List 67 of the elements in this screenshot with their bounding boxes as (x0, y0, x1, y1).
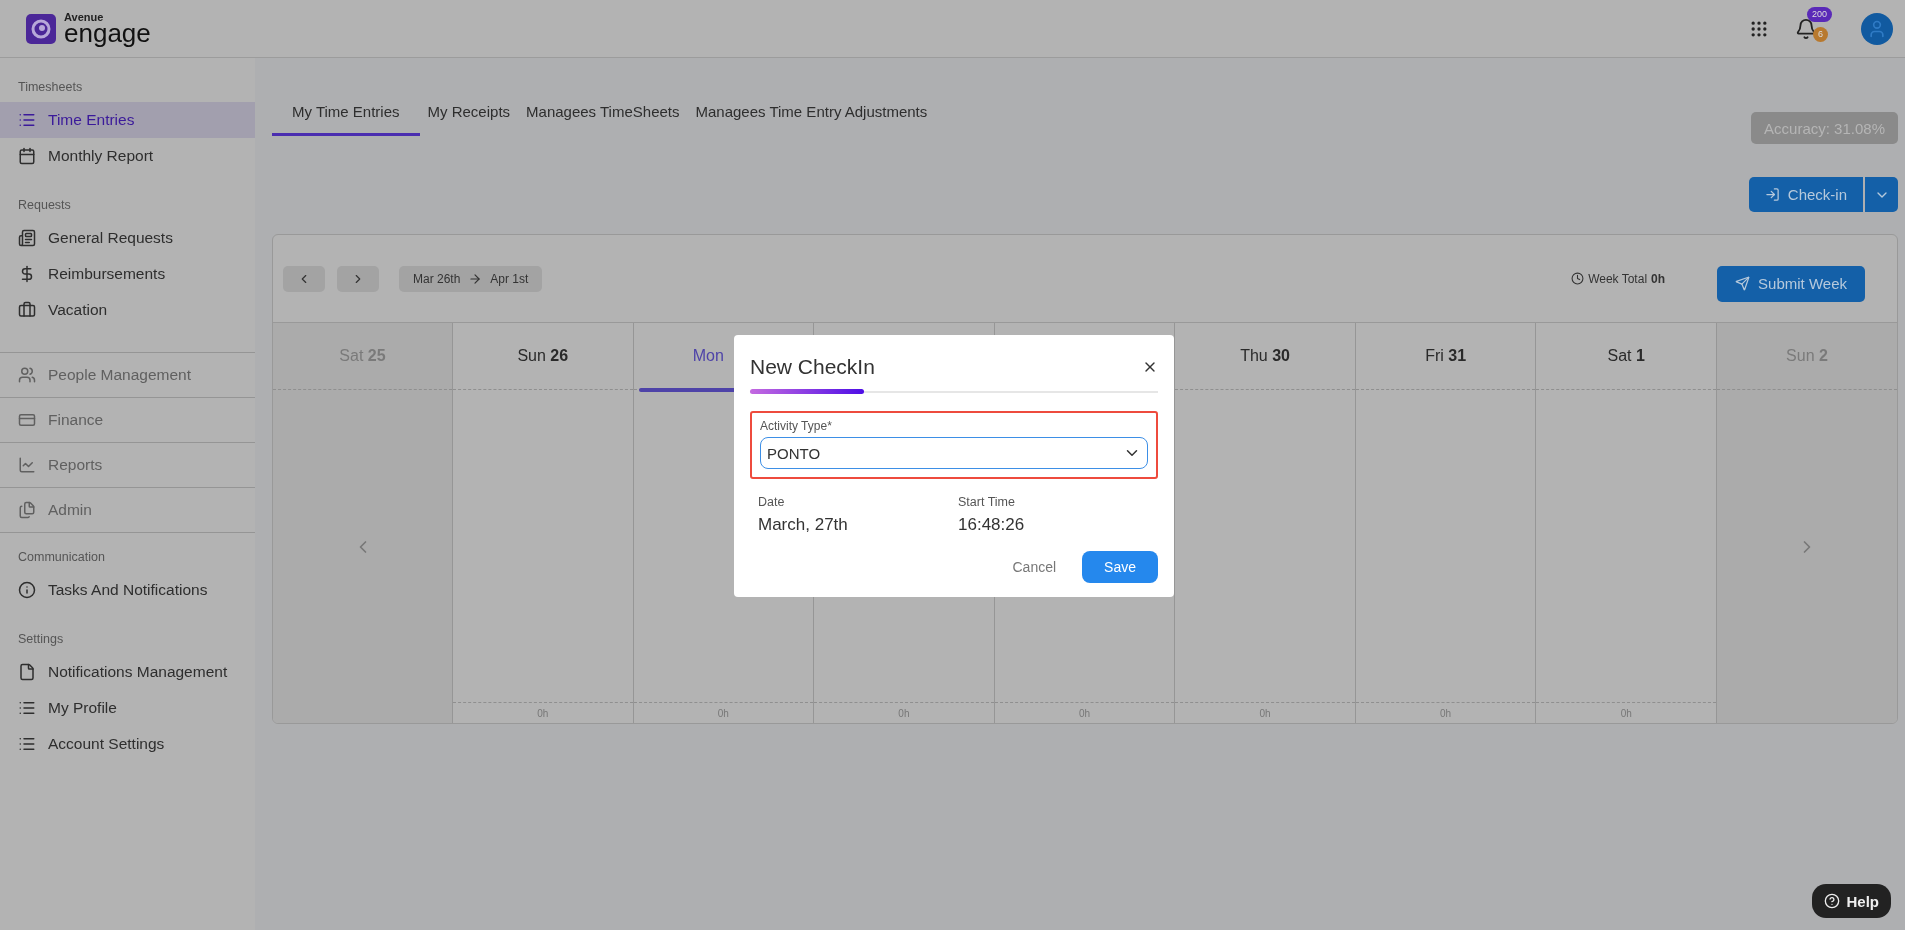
day-total: 0h (716, 706, 730, 721)
logo-icon (26, 13, 56, 44)
day-total: 0h (1619, 706, 1633, 721)
user-avatar[interactable] (1861, 12, 1893, 45)
day-header: Fri 31 (1425, 347, 1467, 365)
sidebar-item-icon (18, 699, 36, 717)
sidebar-section-title: Timesheets (17, 80, 84, 94)
sidebar-item[interactable]: Notifications Management (0, 654, 255, 690)
sidebar-item[interactable]: Account Settings (0, 726, 255, 762)
week-total-value: 0h (1651, 271, 1666, 286)
arrow-right-icon (468, 271, 483, 286)
tab[interactable]: My Time Entries (272, 90, 420, 136)
sidebar-item-icon (18, 663, 36, 681)
sidebar-item[interactable]: Vacation (0, 292, 255, 328)
sidebar-item-icon (18, 111, 36, 129)
sidebar-item[interactable]: Reimbursements (0, 256, 255, 292)
day-header: Sun 26 (517, 347, 569, 365)
start-time-value: 16:48:26 (958, 515, 1026, 535)
sidebar-item-icon (18, 301, 36, 319)
notification-count-badge: 200 (1807, 6, 1833, 22)
start-time-label: Start Time (958, 495, 1016, 509)
cancel-button[interactable]: Cancel (1006, 558, 1063, 576)
clock-icon (1571, 272, 1585, 285)
tab[interactable]: My Receipts (419, 90, 519, 136)
sidebar-item[interactable]: Tasks And Notifications (0, 572, 255, 608)
date-value: March, 27th (758, 515, 849, 535)
sidebar-section-title: Settings (17, 632, 65, 646)
submit-week-button[interactable]: Submit Week (1717, 265, 1865, 302)
range-start: Mar 26th (413, 271, 461, 286)
tab[interactable]: Managees TimeSheets (518, 90, 688, 136)
sidebar-item-icon (18, 366, 36, 384)
sidebar-item-icon (18, 411, 36, 429)
sidebar-item-icon (18, 501, 36, 519)
help-button[interactable]: Help (1812, 884, 1891, 918)
day-header: Sat 1 (1607, 347, 1645, 365)
field-label: Activity Type* (760, 419, 833, 433)
sidebar-section-title: Requests (17, 198, 72, 212)
alert-count-badge: 6 (1813, 26, 1828, 42)
check-in-options-button[interactable] (1865, 177, 1898, 212)
dialog-title: New CheckIn (750, 355, 875, 379)
next-week-button[interactable] (337, 265, 379, 292)
send-icon (1735, 276, 1751, 291)
check-in-button[interactable]: Check-in (1748, 177, 1863, 212)
check-in-icon (1764, 187, 1780, 202)
date-range-chip[interactable]: Mar 26th Apr 1st (399, 265, 543, 292)
sidebar-item[interactable]: Time Entries (0, 102, 255, 138)
sidebar-item[interactable]: My Profile (0, 690, 255, 726)
sidebar-item[interactable]: Monthly Report (0, 138, 255, 174)
sidebar-item[interactable]: General Requests (0, 220, 255, 256)
sidebar-item-icon (18, 229, 36, 247)
range-end: Apr 1st (490, 271, 529, 286)
sidebar-item-icon (18, 147, 36, 165)
save-button[interactable]: Save (1082, 551, 1158, 583)
notifications-icon[interactable] (1795, 17, 1817, 40)
sidebar-section-title: Communication (17, 550, 106, 564)
help-icon (1824, 893, 1841, 909)
logo-text: Avenue (64, 11, 105, 23)
sidebar-item-icon (18, 735, 36, 753)
previous-week-button[interactable] (283, 265, 325, 292)
tab[interactable]: Managees Time Entry Adjustments (687, 90, 936, 136)
sidebar-item-icon (18, 581, 36, 599)
week-total-label: Week Total (1588, 271, 1648, 286)
sidebar-item-icon (18, 456, 36, 474)
day-header: Mon (692, 347, 724, 365)
date-label: Date (758, 495, 786, 509)
day-header: Thu 30 (1240, 347, 1290, 365)
activity-type-select[interactable]: PONTO (760, 437, 1148, 469)
